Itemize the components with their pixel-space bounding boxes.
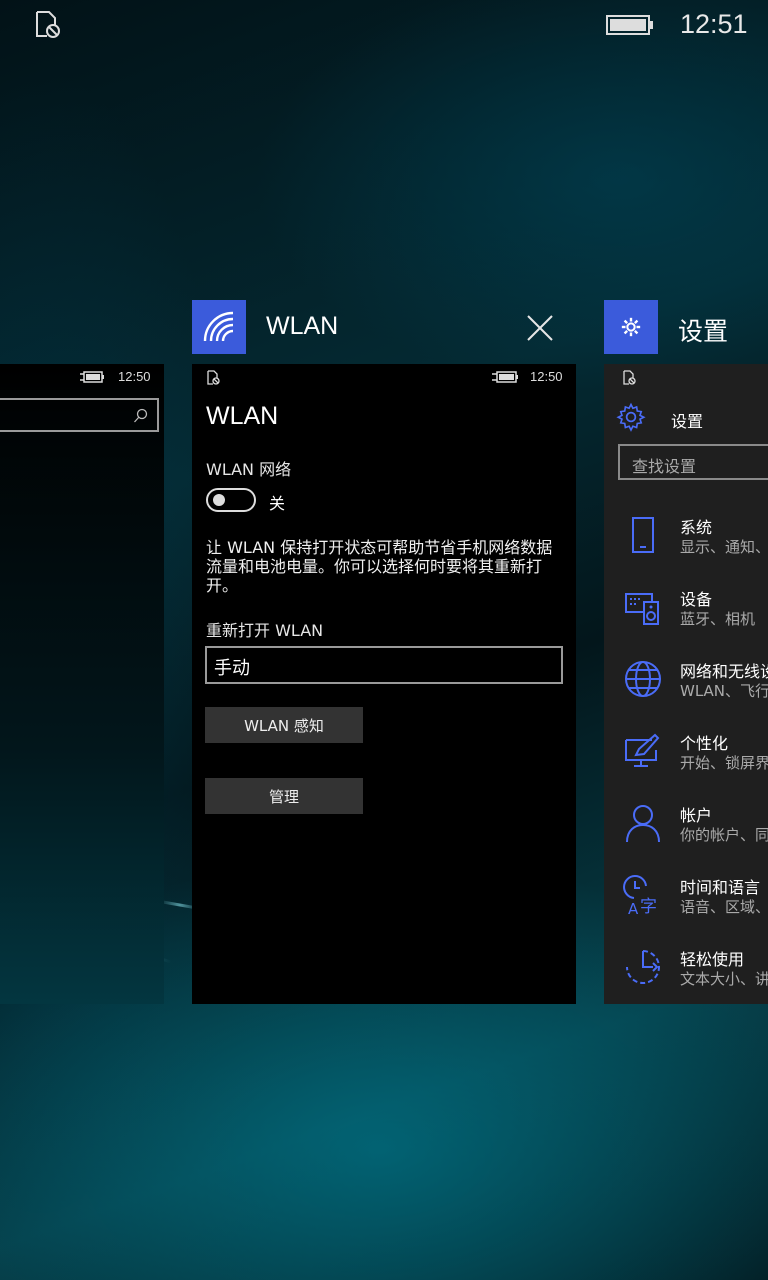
app-card-previous[interactable]: 12:50	[0, 364, 164, 1004]
settings-item-accounts[interactable]: 帐户 你的帐户、同	[604, 792, 768, 862]
time-language-icon: A 字	[623, 875, 657, 916]
app-card-settings[interactable]: 设置 查找设置 系统 显示、通知、 设备 蓝牙、相机 网络和无线设 WLAN、飞…	[604, 364, 768, 1004]
mini-clock: 12:50	[118, 369, 151, 384]
svg-text:字: 字	[640, 897, 657, 916]
settings-item-title: 网络和无线设	[680, 662, 768, 681]
settings-item-subtitle: 开始、锁屏界	[680, 754, 768, 772]
close-icon[interactable]	[520, 308, 560, 348]
battery-icon	[606, 15, 653, 35]
settings-item-system[interactable]: 系统 显示、通知、	[604, 504, 768, 574]
settings-item-title: 系统	[680, 518, 713, 537]
devices-icon	[625, 593, 659, 625]
toggle-knob	[213, 494, 225, 506]
reopen-wlan-select[interactable]: 手动	[205, 646, 563, 684]
no-sim-icon	[207, 370, 220, 385]
mini-clock: 12:50	[530, 369, 563, 384]
reopen-wlan-label: 重新打开 WLAN	[206, 621, 324, 640]
charging-battery-icon	[492, 371, 518, 383]
mini-status-bar: 12:50	[0, 364, 164, 390]
settings-item-network[interactable]: 网络和无线设 WLAN、飞行	[604, 648, 768, 718]
wlan-network-label: WLAN 网络	[206, 460, 292, 479]
settings-item-title: 个性化	[680, 734, 729, 753]
settings-gear-icon	[616, 402, 646, 432]
settings-app-tile[interactable]	[604, 300, 658, 354]
settings-item-time-language[interactable]: A 字 时间和语言 语音、区域、	[604, 864, 768, 934]
mini-status-bar	[604, 364, 768, 390]
manage-button[interactable]: 管理	[205, 778, 363, 814]
person-icon	[626, 805, 660, 843]
search-box[interactable]	[0, 398, 159, 432]
no-sim-icon	[623, 370, 636, 385]
settings-item-subtitle: 显示、通知、	[680, 538, 768, 556]
charging-battery-icon	[80, 371, 104, 383]
toggle-state-label: 关	[269, 494, 286, 513]
mini-status-bar: 12:50	[192, 364, 576, 390]
svg-text:A: A	[628, 900, 639, 916]
clock: 12:51	[680, 9, 748, 39]
wlan-sense-button[interactable]: WLAN 感知	[205, 707, 363, 743]
no-sim-icon	[36, 11, 60, 38]
settings-item-title: 帐户	[680, 806, 713, 825]
settings-item-subtitle: 你的帐户、同	[680, 826, 768, 844]
status-bar: 12:51	[0, 0, 768, 50]
settings-item-devices[interactable]: 设备 蓝牙、相机	[604, 576, 768, 646]
settings-item-subtitle: 蓝牙、相机	[680, 610, 756, 628]
settings-item-ease-of-access[interactable]: 轻松使用 文本大小、讲	[604, 936, 768, 1004]
wifi-icon	[203, 311, 234, 342]
settings-item-title: 轻松使用	[680, 950, 745, 969]
globe-icon	[625, 661, 661, 697]
phone-icon	[632, 517, 654, 553]
wlan-app-tile[interactable]	[192, 300, 246, 354]
page-title: WLAN	[206, 402, 279, 430]
settings-search-input[interactable]: 查找设置	[618, 444, 768, 480]
wlan-toggle[interactable]	[206, 488, 256, 512]
settings-item-subtitle: 语音、区域、	[680, 898, 768, 916]
search-icon	[134, 408, 148, 423]
personalization-icon	[625, 733, 660, 767]
app-card-wlan[interactable]: 12:50 WLAN WLAN 网络 关 让 WLAN 保持打开状态可帮助节省手…	[192, 364, 576, 1004]
settings-title: 设置	[671, 412, 704, 431]
settings-item-title: 时间和语言	[680, 878, 761, 897]
wlan-description: 让 WLAN 保持打开状态可帮助节省手机网络数据流量和电池电量。你可以选择何时要…	[206, 538, 553, 595]
settings-item-personalization[interactable]: 个性化 开始、锁屏界	[604, 720, 768, 790]
settings-item-title: 设备	[680, 590, 713, 609]
ease-of-access-icon	[626, 950, 660, 984]
settings-item-subtitle: WLAN、飞行	[680, 682, 768, 700]
wlan-app-title: WLAN	[266, 312, 339, 340]
gear-icon	[621, 317, 641, 337]
settings-app-title: 设置	[678, 317, 729, 346]
settings-item-subtitle: 文本大小、讲	[680, 970, 768, 988]
